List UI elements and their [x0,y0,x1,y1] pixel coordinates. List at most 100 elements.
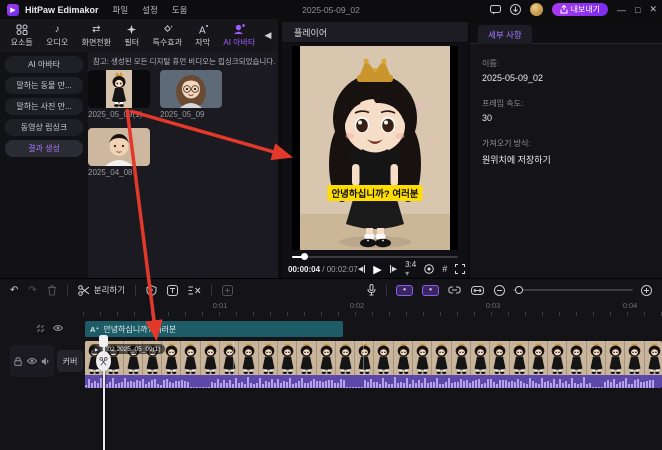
badge-icon[interactable] [146,284,157,296]
tab-effects[interactable]: 특수효과 [146,23,189,48]
result-thumbnail-1[interactable] [88,70,150,108]
eye-icon[interactable] [53,324,63,333]
add-icon[interactable] [222,284,234,296]
timeline-toolbar: ↶ ↷ 분리하기 ● ● [0,279,662,301]
result-thumbnail-3[interactable] [88,128,150,166]
scissors-icon[interactable] [77,284,90,296]
tab-filter[interactable]: 필터 [118,23,146,48]
zoom-slider-handle[interactable] [515,286,523,294]
video-clip[interactable]: ▶ 0:02 2025_05_09(1) [85,341,662,388]
avatar-video [300,46,450,250]
filmstrip-frame [317,341,336,375]
export-button[interactable]: 내보내기 [551,3,609,16]
timeline-ruler[interactable]: 0:01 0:02 0:03 0:04 [0,301,662,318]
field-import-mode: 가져오기 방식: 원위치에 저장하기 [482,139,551,165]
export-icon [560,5,568,14]
player-controls: 00:00:04 / 00:02:07 ◀ ▶ ▶ 3:4 ▾ # [288,260,466,278]
filmstrip-frame [452,341,471,375]
sidebar-item-lipsync[interactable]: 동영상 립싱크 [5,119,83,136]
sidebar-item-ai-avatar[interactable]: AI 아바타 [5,56,83,73]
fullscreen-icon[interactable] [455,264,466,274]
play-icon[interactable]: ▶ [373,263,381,276]
video-track-head [10,345,54,377]
filmstrip-frame [355,341,375,375]
link-icon[interactable] [448,286,461,294]
title-bar: ▶ HitPaw Edimakor 파일 설정 도움 2025-05-09_02… [0,0,662,19]
filmstrip-frame [297,341,317,375]
filmstrip-frame [201,341,221,375]
tab-elements[interactable]: 요소들 [4,23,39,48]
result-thumbnail-2[interactable] [160,70,222,108]
video-caption: 안녕하십니까? 여러분 [327,185,423,201]
player-panel: 플레이어 안녕하십니까? 여러분 00:00:04 / 00:02:07 ◀ ▶… [282,22,468,278]
close-button[interactable]: ✕ [649,4,657,15]
split-button[interactable]: 분리하기 [94,284,125,296]
sidebar-item-results[interactable]: 결과 생성 [5,140,83,157]
next-frame-icon[interactable]: ▶ [389,265,397,273]
maximize-button[interactable]: □ [635,5,640,15]
tab-transition[interactable]: ⇄ 화면전환 [75,23,118,48]
app-name: HitPaw Edimakor [25,4,99,15]
feature-tab-bar: 요소들 ♪ 오디오 ⇄ 화면전환 필터 특수효과 A 자막 AI 아바타 ◀ [0,19,278,52]
scrubber-handle[interactable] [301,253,308,260]
sparkle-icon [126,23,137,35]
zoom-in-icon[interactable] [641,284,652,296]
video-clip-filmstrip [85,341,662,375]
menu-file[interactable]: 파일 [113,4,129,16]
eye-icon[interactable] [26,357,37,365]
delete-icon[interactable] [47,285,57,296]
prev-frame-icon[interactable]: ◀ [358,265,366,273]
sidebar-item-talking-photo[interactable]: 말하는 사진 만... [5,98,83,115]
menu-help[interactable]: 도움 [172,4,188,16]
magnet-toggle-icon[interactable]: ● [422,284,439,296]
delete-gap-icon[interactable] [188,286,201,295]
minimize-button[interactable]: — [617,5,626,15]
keyframe-toggle-icon[interactable]: ● [396,284,413,296]
filmstrip-frame [278,341,298,375]
svg-text:A: A [199,25,206,35]
cover-button[interactable]: 커버 [57,350,83,372]
app-window: ▶ HitPaw Edimakor 파일 설정 도움 2025-05-09_02… [0,0,662,450]
transition-arrows-icon: ⇄ [92,23,101,35]
subtitle-clip[interactable]: A⁺ 안녕하십니까? 여러분 [85,321,343,337]
microphone-icon[interactable] [367,284,376,296]
filmstrip-frame [490,341,510,375]
fit-timeline-icon[interactable] [471,285,484,295]
timeline-section: ↶ ↷ 분리하기 ● ● 0:01 0:02 0:03 0:04 A⁺ 안녕하십… [0,278,662,450]
zoom-slider[interactable] [513,286,633,294]
lock-icon[interactable] [14,356,22,366]
redo-icon[interactable]: ↷ [28,285,36,296]
sidebar-item-talking-animal[interactable]: 말하는 동물 만... [5,77,83,94]
chevron-down-icon: ▾ [405,269,410,278]
filmstrip-frame [529,341,549,375]
collapse-panel-icon[interactable]: ◀ [262,30,274,41]
user-avatar[interactable] [529,3,543,16]
zoom-out-icon[interactable] [494,284,505,296]
filmstrip-frame [239,341,259,375]
grid-icon[interactable]: # [442,264,447,274]
effects-wand-icon [162,23,173,35]
filmstrip-frame [162,341,182,375]
result-name-2: 2025_05_09 [160,110,205,119]
snapshot-icon[interactable] [424,264,435,274]
ruler-label: 0:01 [212,301,228,310]
undo-icon[interactable]: ↶ [10,285,18,296]
feedback-icon[interactable] [489,4,501,15]
mute-speaker-icon[interactable] [41,357,50,366]
aspect-ratio-select[interactable]: 3:4 ▾ [405,260,416,278]
tab-ai-avatar[interactable]: AI 아바타 [217,23,262,48]
menu-settings[interactable]: 설정 [142,4,158,16]
tab-subtitles[interactable]: A 자막 [189,23,217,48]
details-panel: 세부 사항 이름: 2025-05-09_02 프레임 속도: 30 가져오기 … [470,22,662,278]
download-icon[interactable] [509,4,521,15]
playhead-scissors-icon[interactable] [96,351,111,371]
tab-audio[interactable]: ♪ 오디오 [39,23,74,48]
video-preview[interactable]: 안녕하십니까? 여러분 [292,46,458,250]
subtitle-a-icon: A [197,23,209,35]
filmstrip-frame [548,341,568,375]
results-panel: 참고: 생성된 모든 디지털 휴먼 비디오는 립싱크되었습니다. 2025_05… [88,52,278,278]
text-tool-icon[interactable] [167,284,179,296]
link-small-icon[interactable] [36,324,45,333]
playhead-handle[interactable] [99,335,108,347]
tab-details[interactable]: 세부 사항 [478,25,532,44]
